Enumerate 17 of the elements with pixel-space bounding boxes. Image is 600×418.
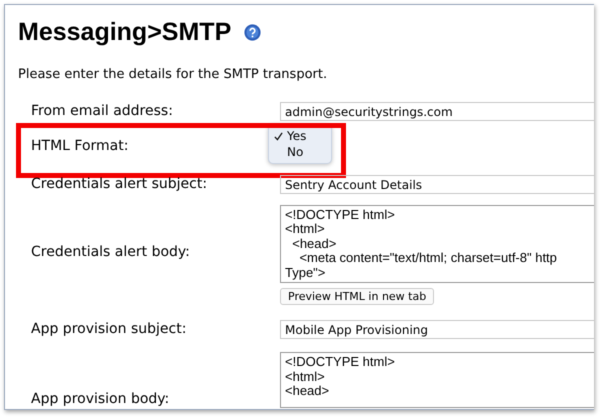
page-title: Messaging>SMTP	[18, 17, 232, 47]
preview-button[interactable]: Preview HTML in new tab	[280, 288, 434, 305]
field-label: Credentials alert subject:	[30, 174, 208, 194]
instruction-text: Please enter the details for the SMTP transport.	[18, 66, 328, 84]
help-icon[interactable]	[244, 24, 262, 40]
field-label: App provision body:	[30, 390, 170, 409]
text-field[interactable]: admin@securitystrings.com	[280, 102, 594, 120]
dropdown-option[interactable]: Yes	[269, 128, 331, 144]
dropdown-option[interactable]: No	[269, 144, 331, 160]
field-label: From email address:	[30, 102, 174, 120]
field-label: App provision subject:	[30, 320, 188, 339]
text-area[interactable]: <!DOCTYPE html> <html> <head>	[280, 352, 594, 408]
field-label: Credentials alert body:	[30, 243, 191, 262]
text-area[interactable]: <!DOCTYPE html> <html> <head> <meta content="text/html; charset=utf-8" http Type">	[280, 204, 594, 283]
text-field[interactable]: Sentry Account Details	[280, 174, 594, 194]
text-field[interactable]: Mobile App Provisioning	[280, 320, 594, 339]
field-label: HTML Format:	[30, 136, 130, 156]
